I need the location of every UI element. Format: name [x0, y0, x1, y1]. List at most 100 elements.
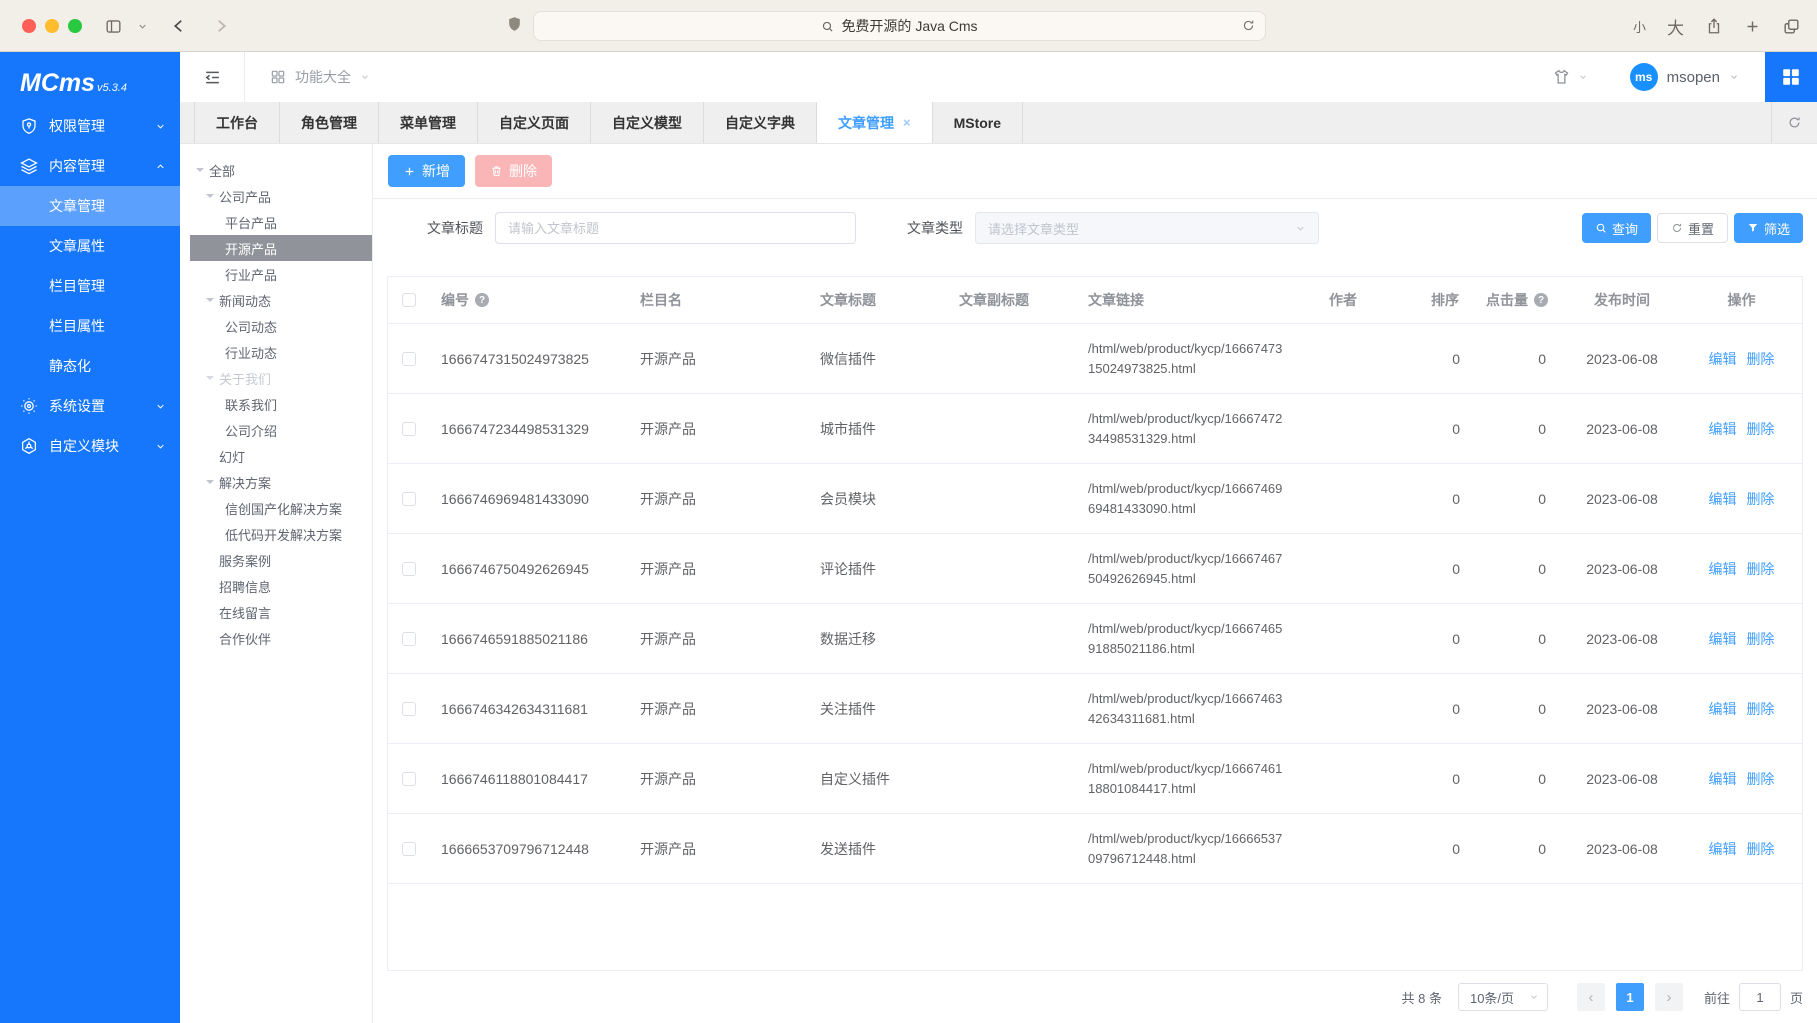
- theme-switcher[interactable]: [1552, 68, 1588, 86]
- delete-link[interactable]: 删除: [1746, 351, 1774, 367]
- delete-link[interactable]: 删除: [1746, 701, 1774, 717]
- sidebar-subitem-article-management[interactable]: 文章管理: [0, 186, 180, 226]
- tree-node[interactable]: 低代码开发解决方案: [180, 521, 372, 547]
- maximize-window-button[interactable]: [68, 19, 82, 33]
- delete-link[interactable]: 删除: [1746, 491, 1774, 507]
- edit-link[interactable]: 编辑: [1709, 771, 1737, 787]
- tab-menu-management[interactable]: 菜单管理: [379, 102, 478, 143]
- tree-expand-icon[interactable]: [206, 194, 214, 202]
- reset-button[interactable]: 重置: [1657, 213, 1728, 243]
- next-page-button[interactable]: [1655, 983, 1683, 1011]
- sidebar-subitem-article-attributes[interactable]: 文章属性: [0, 226, 180, 266]
- tab-custom-model[interactable]: 自定义模型: [591, 102, 704, 143]
- tree-node[interactable]: 公司动态: [180, 313, 372, 339]
- tab-refresh-icon[interactable]: [1771, 102, 1817, 143]
- tree-node[interactable]: 合作伙伴: [180, 625, 372, 651]
- tab-role-management[interactable]: 角色管理: [280, 102, 379, 143]
- edit-link[interactable]: 编辑: [1709, 351, 1737, 367]
- article-title-input[interactable]: [495, 212, 856, 244]
- tab-article-management[interactable]: 文章管理: [817, 102, 933, 143]
- tree-node[interactable]: 信创国产化解决方案: [180, 495, 372, 521]
- edit-link[interactable]: 编辑: [1709, 631, 1737, 647]
- tree-expand-icon[interactable]: [206, 298, 214, 306]
- tree-node[interactable]: 行业产品: [180, 261, 372, 287]
- edit-link[interactable]: 编辑: [1709, 701, 1737, 717]
- prev-page-button[interactable]: [1577, 983, 1605, 1011]
- edit-link[interactable]: 编辑: [1709, 421, 1737, 437]
- delete-link[interactable]: 删除: [1746, 561, 1774, 577]
- tree-node[interactable]: 在线留言: [180, 599, 372, 625]
- help-icon[interactable]: ?: [1534, 293, 1548, 307]
- row-checkbox[interactable]: [402, 842, 416, 856]
- delete-button[interactable]: 删除: [475, 155, 552, 187]
- row-checkbox[interactable]: [402, 492, 416, 506]
- select-all-checkbox[interactable]: [402, 293, 416, 307]
- tabs-overview-icon[interactable]: [1782, 17, 1801, 36]
- browser-sidebar-icon[interactable]: [104, 17, 123, 36]
- text-larger-button[interactable]: 大: [1667, 14, 1684, 39]
- article-type-select[interactable]: 请选择文章类型: [975, 212, 1319, 244]
- tree-node[interactable]: 公司介绍: [180, 417, 372, 443]
- user-menu[interactable]: ms msopen: [1630, 63, 1739, 91]
- tree-node[interactable]: 开源产品: [190, 235, 372, 261]
- delete-link[interactable]: 删除: [1746, 841, 1774, 857]
- row-checkbox[interactable]: [402, 702, 416, 716]
- tree-node[interactable]: 联系我们: [180, 391, 372, 417]
- chevron-down-icon[interactable]: [137, 21, 148, 32]
- sidebar-subitem-static-generation[interactable]: 静态化: [0, 346, 180, 386]
- tab-mstore[interactable]: MStore: [933, 102, 1023, 143]
- edit-link[interactable]: 编辑: [1709, 841, 1737, 857]
- query-button[interactable]: 查询: [1582, 213, 1651, 243]
- edit-link[interactable]: 编辑: [1709, 561, 1737, 577]
- page-size-select[interactable]: 10条/页: [1458, 983, 1548, 1011]
- goto-page-input[interactable]: [1739, 983, 1781, 1011]
- text-smaller-button[interactable]: 小: [1633, 17, 1646, 36]
- feature-menu[interactable]: 功能大全: [245, 67, 370, 87]
- row-checkbox[interactable]: [402, 352, 416, 366]
- tree-node[interactable]: 公司产品: [180, 183, 372, 209]
- sidebar-subitem-column-attributes[interactable]: 栏目属性: [0, 306, 180, 346]
- sidebar-item-content[interactable]: 内容管理: [0, 146, 180, 186]
- tree-node[interactable]: 服务案例: [180, 547, 372, 573]
- tab-custom-page[interactable]: 自定义页面: [478, 102, 591, 143]
- share-icon[interactable]: [1705, 16, 1723, 36]
- tree-node[interactable]: 幻灯: [180, 443, 372, 469]
- new-tab-icon[interactable]: [1744, 18, 1761, 35]
- help-icon[interactable]: ?: [475, 293, 489, 307]
- tree-node[interactable]: 平台产品: [180, 209, 372, 235]
- tree-node[interactable]: 行业动态: [180, 339, 372, 365]
- tree-node[interactable]: 招聘信息: [180, 573, 372, 599]
- row-checkbox[interactable]: [402, 422, 416, 436]
- apps-grid-button[interactable]: [1765, 52, 1817, 102]
- page-number-button[interactable]: 1: [1616, 983, 1644, 1011]
- edit-link[interactable]: 编辑: [1709, 491, 1737, 507]
- privacy-shield-icon[interactable]: [506, 14, 523, 34]
- row-checkbox[interactable]: [402, 772, 416, 786]
- delete-link[interactable]: 删除: [1746, 771, 1774, 787]
- row-checkbox[interactable]: [402, 632, 416, 646]
- tree-node[interactable]: 解决方案: [180, 469, 372, 495]
- sidebar-collapse-icon[interactable]: [180, 52, 245, 102]
- delete-link[interactable]: 删除: [1746, 631, 1774, 647]
- sidebar-subitem-column-management[interactable]: 栏目管理: [0, 266, 180, 306]
- sidebar-item-system-settings[interactable]: 系统设置: [0, 386, 180, 426]
- tree-node[interactable]: 新闻动态: [180, 287, 372, 313]
- row-checkbox[interactable]: [402, 562, 416, 576]
- tree-expand-icon[interactable]: [206, 480, 214, 488]
- tree-expand-icon[interactable]: [206, 376, 214, 384]
- tab-close-icon[interactable]: [903, 116, 911, 129]
- add-button[interactable]: 新增: [388, 155, 465, 187]
- tree-node[interactable]: 全部: [180, 157, 372, 183]
- tab-custom-dict[interactable]: 自定义字典: [704, 102, 817, 143]
- back-icon[interactable]: [170, 17, 188, 35]
- tab-workbench[interactable]: 工作台: [194, 102, 280, 143]
- tree-node[interactable]: 关于我们: [180, 365, 372, 391]
- close-window-button[interactable]: [22, 19, 36, 33]
- minimize-window-button[interactable]: [45, 19, 59, 33]
- app-logo[interactable]: MCms v5.3.4: [0, 52, 180, 106]
- delete-link[interactable]: 删除: [1746, 421, 1774, 437]
- address-bar[interactable]: 免费开源的 Java Cms: [533, 11, 1266, 41]
- forward-icon[interactable]: [212, 17, 230, 35]
- reload-icon[interactable]: [1241, 18, 1256, 33]
- sidebar-item-custom-module[interactable]: 自定义模块: [0, 426, 180, 466]
